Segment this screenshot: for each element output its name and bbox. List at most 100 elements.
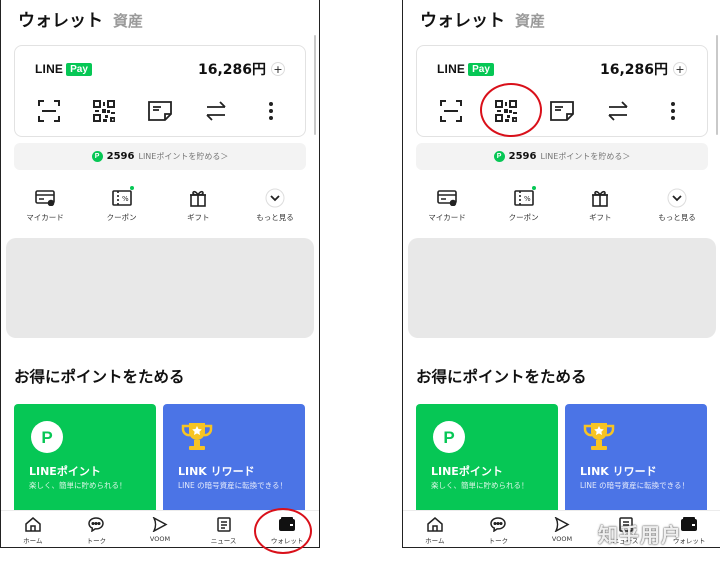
transfer-icon[interactable] — [201, 98, 231, 124]
tab-voom[interactable]: VOOM — [130, 511, 190, 547]
qr-code-icon[interactable] — [89, 98, 119, 124]
svg-text:%: % — [524, 195, 531, 203]
quick-item-coupon[interactable]: % クーポン — [84, 186, 160, 223]
wallet-header: ウォレット 資産 — [18, 6, 143, 31]
gift-icon — [186, 188, 210, 208]
quick-item-mycard[interactable]: マイカード — [7, 188, 83, 223]
quick-item-label: ギフト — [187, 213, 210, 222]
quick-item-more[interactable]: もっと見る — [639, 188, 715, 223]
trophy-icon — [180, 421, 213, 453]
balance-amount: 16,286円 — [197, 62, 266, 78]
quick-item-more[interactable]: もっと見る — [237, 188, 313, 223]
add-money-button[interactable]: + — [673, 62, 687, 76]
voom-icon — [553, 516, 571, 532]
line-points-icon: P — [31, 421, 63, 453]
tab-assets[interactable]: 資産 — [515, 10, 545, 31]
line-points-card[interactable]: P LINEポイント 楽しく、簡単に貯められる！ — [14, 404, 156, 514]
card-desc: LINE の暗号資産に転換できる！ — [580, 481, 689, 490]
promo-banner-placeholder[interactable] — [408, 238, 716, 338]
promo-banner-placeholder[interactable] — [6, 238, 314, 338]
more-vertical-icon[interactable] — [658, 98, 688, 124]
chevron-down-icon — [665, 188, 689, 208]
points-amount: 2596 — [106, 151, 135, 162]
scrollbar[interactable] — [716, 35, 718, 135]
scrollbar[interactable] — [314, 35, 316, 135]
chat-icon — [489, 516, 507, 532]
line-points-badge: P — [493, 151, 505, 162]
link-reward-card[interactable]: LINK リワード LINE の暗号資産に転換できる！ — [565, 404, 707, 514]
card-desc: 楽しく、簡単に貯められる！ — [29, 481, 127, 490]
scan-icon[interactable] — [436, 98, 466, 124]
balance[interactable]: 16,286円 + — [600, 59, 687, 79]
annotation-circle-wallet-tab — [254, 508, 312, 554]
phone-screen-left: ウォレット 資産 LINE Pay 16,286円 + P 2596 LINEポ… — [0, 0, 320, 548]
line-pay-logo: LINE Pay — [35, 62, 92, 76]
coupon-icon: % — [512, 188, 536, 208]
annotation-circle-qr-code — [480, 83, 542, 137]
line-points-icon: P — [433, 421, 465, 453]
quick-item-label: クーポン — [508, 213, 539, 222]
line-pay-card[interactable]: LINE Pay 16,286円 + — [14, 45, 306, 137]
news-icon — [215, 516, 233, 532]
quick-item-gift[interactable]: ギフト — [160, 188, 236, 223]
wallet-header: ウォレット 資産 — [420, 6, 545, 31]
svg-text:P: P — [41, 428, 52, 447]
pay-code-icon[interactable] — [145, 98, 175, 124]
link-reward-card[interactable]: LINK リワード LINE の暗号資産に転換できる！ — [163, 404, 305, 514]
more-vertical-icon[interactable] — [256, 98, 286, 124]
chevron-down-icon — [263, 188, 287, 208]
notification-dot — [129, 186, 134, 190]
home-icon — [426, 516, 444, 532]
quick-item-label: クーポン — [106, 213, 137, 222]
home-icon — [24, 516, 42, 532]
wallet-icon — [680, 516, 698, 532]
phone-screen-right: ウォレット 資産 LINE Pay 16,286円 + P 2596 LINEポ… — [402, 0, 720, 548]
quick-item-label: マイカード — [26, 213, 64, 222]
points-link-text: LINEポイントを貯める＞ — [138, 152, 229, 161]
pay-code-icon[interactable] — [547, 98, 577, 124]
quick-item-label: もっと見る — [658, 213, 696, 222]
notification-dot — [531, 186, 536, 190]
add-money-button[interactable]: + — [271, 62, 285, 76]
page-title: ウォレット — [420, 11, 505, 31]
pay-actions — [417, 98, 707, 124]
voom-icon — [151, 516, 169, 532]
scan-icon[interactable] — [34, 98, 64, 124]
tab-talk[interactable]: トーク — [468, 511, 528, 547]
tab-assets[interactable]: 資産 — [113, 10, 143, 31]
quick-item-coupon[interactable]: % クーポン — [486, 186, 562, 223]
quick-item-gift[interactable]: ギフト — [562, 188, 638, 223]
quick-menu: マイカード % クーポン ギフト もっと見る — [7, 186, 313, 223]
card-icon — [33, 188, 57, 208]
line-points-badge: P — [91, 151, 103, 162]
tab-home[interactable]: ホーム — [3, 511, 63, 547]
watermark: 知乎用户 — [598, 523, 682, 547]
svg-text:P: P — [443, 428, 454, 447]
tab-news[interactable]: ニュース — [194, 511, 254, 547]
tab-voom[interactable]: VOOM — [532, 511, 592, 547]
trophy-icon — [582, 421, 615, 453]
pay-actions — [15, 98, 305, 124]
section-title: お得にポイントをためる — [416, 368, 587, 386]
section-title: お得にポイントをためる — [14, 368, 185, 386]
points-bar[interactable]: P 2596 LINEポイントを貯める＞ — [416, 143, 708, 170]
tab-talk[interactable]: トーク — [66, 511, 126, 547]
quick-item-mycard[interactable]: マイカード — [409, 188, 485, 223]
quick-item-label: もっと見る — [256, 213, 294, 222]
card-title: LINK リワード — [178, 465, 255, 478]
quick-item-label: マイカード — [428, 213, 466, 222]
card-icon — [435, 188, 459, 208]
tab-home[interactable]: ホーム — [405, 511, 465, 547]
card-desc: LINE の暗号資産に転換できる！ — [178, 481, 287, 490]
points-bar[interactable]: P 2596 LINEポイントを貯める＞ — [14, 143, 306, 170]
quick-menu: マイカード % クーポン ギフト もっと見る — [409, 186, 715, 223]
balance[interactable]: 16,286円 + — [198, 59, 285, 79]
transfer-icon[interactable] — [603, 98, 633, 124]
points-link-text: LINEポイントを貯める＞ — [540, 152, 631, 161]
points-amount: 2596 — [508, 151, 537, 162]
coupon-icon: % — [110, 188, 134, 208]
card-desc: 楽しく、簡単に貯められる！ — [431, 481, 529, 490]
line-pay-card[interactable]: LINE Pay 16,286円 + — [416, 45, 708, 137]
card-title: LINEポイント — [431, 465, 503, 478]
line-points-card[interactable]: P LINEポイント 楽しく、簡単に貯められる！ — [416, 404, 558, 514]
